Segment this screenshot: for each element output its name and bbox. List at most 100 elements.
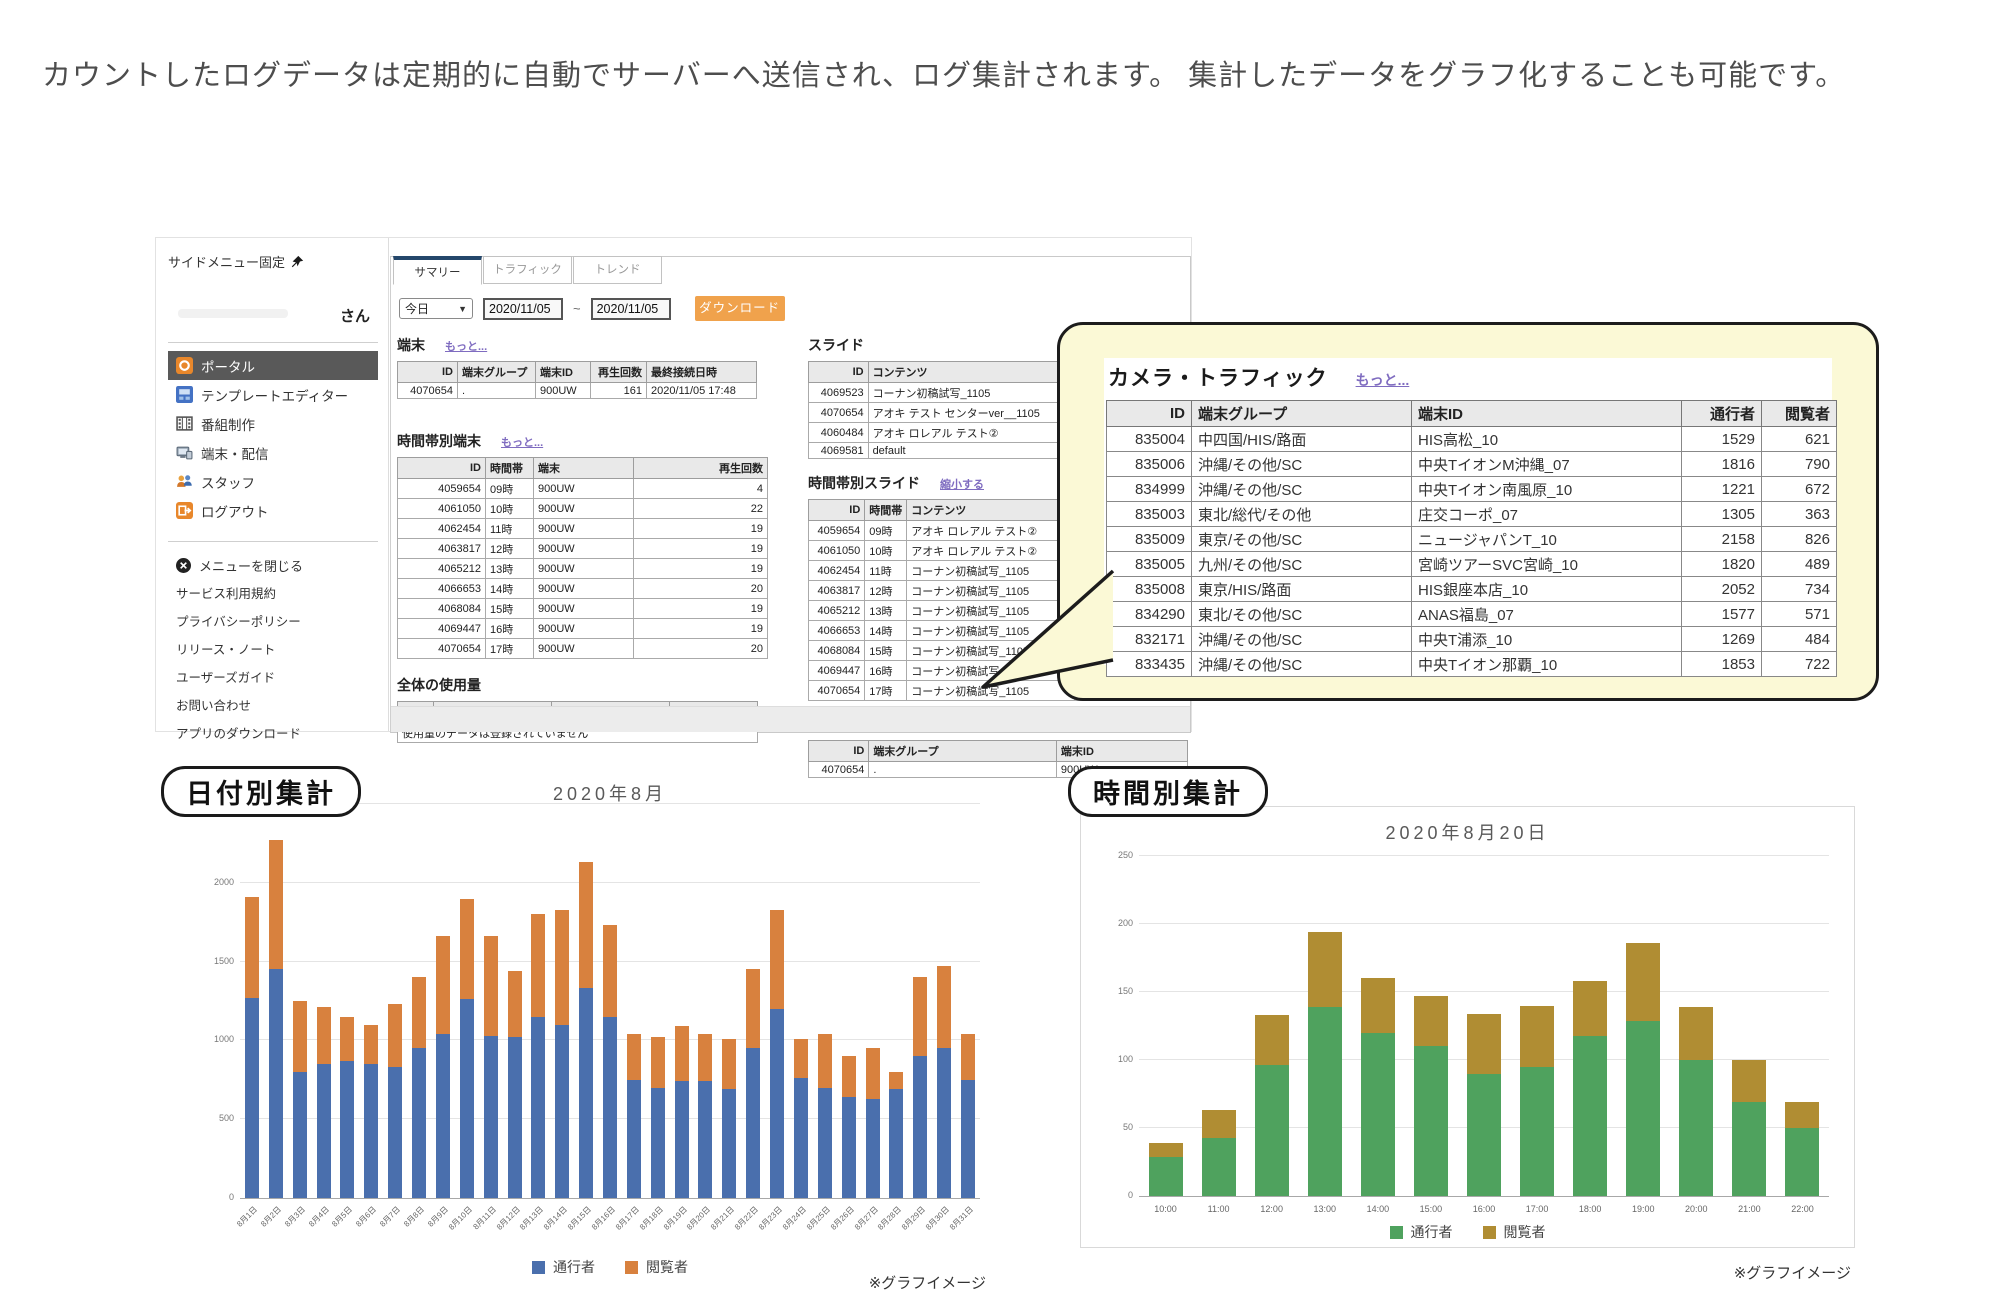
bar-segment-通行者 [698, 1081, 712, 1198]
bar-segment-閲覧者 [317, 1007, 331, 1064]
cell: 4062454 [398, 519, 486, 539]
section-title-slide: スライド [808, 335, 864, 355]
intro-text: カウントしたログデータは定期的に自動でサーバーへ送信され、ログ集計されます。 集… [42, 52, 1845, 94]
bar-segment-通行者 [508, 1037, 522, 1198]
sidebar-link-3[interactable]: ユーザーズガイド [168, 664, 378, 692]
cell: 東京/その他/SC [1192, 527, 1412, 552]
x-tick-label: 19:00 [1632, 1204, 1655, 1214]
bar-segment-閲覧者 [698, 1034, 712, 1081]
bar-segment-通行者 [722, 1089, 736, 1198]
legend-label: 閲覧者 [1504, 1222, 1546, 1242]
tab-0[interactable]: サマリー [393, 256, 482, 285]
cell: 中央Tイオン南風原_10 [1412, 477, 1682, 502]
cell: 12時 [486, 539, 534, 559]
hourly-chart-badge: 時間別集計 [1068, 766, 1268, 817]
shrink-link-hourly-slide[interactable]: 縮小する [940, 476, 984, 492]
cell: 4068084 [398, 599, 486, 619]
sidebar-links: サービス利用規約プライバシーポリシーリリース・ノートユーザーズガイドお問い合わせ… [168, 580, 378, 748]
bar-segment-通行者 [1467, 1074, 1501, 1196]
cell: 832171 [1107, 627, 1192, 652]
y-tick-label: 150 [1118, 986, 1133, 996]
sidebar-item-5[interactable]: ログアウト [168, 496, 378, 525]
cell: 835006 [1107, 452, 1192, 477]
bar-segment-通行者 [818, 1088, 832, 1198]
cell: 19 [634, 539, 768, 559]
cell: 10時 [486, 499, 534, 519]
bar-segment-閲覧者 [555, 910, 569, 1025]
hourly-chart-legend: 通行者閲覧者 [1081, 1222, 1854, 1242]
tab-1[interactable]: トラフィック [483, 256, 572, 284]
legend-item-閲覧者: 閲覧者 [1483, 1222, 1546, 1242]
cell: 沖縄/その他/SC [1192, 627, 1412, 652]
bar-segment-閲覧者 [1202, 1110, 1236, 1137]
section-title-hourly-slide: 時間帯別スライド [808, 473, 920, 493]
x-tick-label: 14:00 [1367, 1204, 1390, 1214]
sidebar-item-close-menu[interactable]: メニューを閉じる [168, 550, 378, 580]
sidebar-item-0[interactable]: ポータル [168, 351, 378, 380]
callout-tail [975, 563, 1115, 703]
sidebar-link-1[interactable]: プライバシーポリシー [168, 608, 378, 636]
terminal-table: ID端末グループ端末ID再生回数最終接続日時4070654.900UW16120… [397, 361, 772, 399]
column-header: 閲覧者 [1762, 401, 1837, 427]
sidebar-link-0[interactable]: サービス利用規約 [168, 580, 378, 608]
cell: 734 [1762, 577, 1837, 602]
bar-segment-閲覧者 [245, 897, 259, 998]
column-header: 再生回数 [634, 458, 768, 479]
sidebar-link-4[interactable]: お問い合わせ [168, 692, 378, 720]
column-header: 最終接続日時 [647, 362, 757, 383]
legend-swatch [1483, 1226, 1496, 1239]
sidebar-item-3[interactable]: 端末・配信 [168, 438, 378, 467]
sidebar-item-label: ログアウト [201, 501, 269, 521]
bar-segment-通行者 [1732, 1102, 1766, 1196]
bar-segment-閲覧者 [293, 1001, 307, 1072]
bar-segment-閲覧者 [722, 1039, 736, 1089]
sidebar-pin-row[interactable]: サイドメニュー固定 [168, 252, 378, 271]
column-header: 時間帯 [865, 500, 907, 521]
sidebar-link-5[interactable]: アプリのダウンロード [168, 720, 378, 748]
cell: 沖縄/その他/SC [1192, 452, 1412, 477]
sidebar: サイドメニュー固定 さん ポータルテンプレートエディター番組制作端末・配信スタッ… [156, 238, 389, 731]
bar-segment-閲覧者 [913, 977, 927, 1056]
y-tick-label: 1500 [214, 956, 234, 966]
bar-segment-閲覧者 [484, 936, 498, 1035]
bar-segment-閲覧者 [770, 910, 784, 1009]
cell: 900UW [534, 579, 634, 599]
table-row: 406245411時900UW19 [398, 519, 768, 539]
more-link-terminal[interactable]: もっと... [445, 338, 487, 354]
bar-segment-閲覧者 [651, 1037, 665, 1087]
sidebar-divider [168, 541, 378, 542]
cell: 900UW [534, 519, 634, 539]
bar-segment-通行者 [1149, 1157, 1183, 1196]
table-row: 406944716時900UW19 [398, 619, 768, 639]
x-tick-label: 22:00 [1791, 1204, 1814, 1214]
x-tick-label: 11:00 [1208, 1204, 1230, 1214]
hourly-chart-box: 2020年8月20日 05010015020025010:0011:0012:0… [1080, 806, 1855, 1248]
bar-segment-通行者 [1573, 1036, 1607, 1196]
section-title-usage: 全体の使用量 [397, 675, 481, 695]
sidebar-item-2[interactable]: 番組制作 [168, 409, 378, 438]
bar-segment-通行者 [388, 1067, 402, 1198]
bar-segment-通行者 [317, 1064, 331, 1198]
sidebar-item-1[interactable]: テンプレートエディター [168, 380, 378, 409]
bar-segment-通行者 [842, 1097, 856, 1198]
tab-2[interactable]: トレンド [573, 256, 662, 284]
more-link-hourly-terminal[interactable]: もっと... [501, 434, 543, 450]
callout-more-link[interactable]: もっと... [1356, 370, 1410, 390]
date-to-input[interactable]: 2020/11/05 [591, 298, 671, 320]
period-select[interactable]: 今日 ▼ [399, 298, 473, 319]
cell: 2020/11/05 17:48 [647, 383, 757, 399]
period-select-value: 今日 [405, 300, 429, 317]
bar-segment-閲覧者 [1679, 1007, 1713, 1060]
column-header: 端末グループ [1192, 401, 1412, 427]
bar-segment-通行者 [412, 1048, 426, 1198]
sidebar-item-4[interactable]: スタッフ [168, 467, 378, 496]
callout-table: ID端末グループ端末ID通行者閲覧者835004中四国/HIS/路面HIS高松_… [1106, 400, 1830, 677]
header-row: ID端末グループ端末ID [809, 741, 1188, 762]
download-button[interactable]: ダウンロード [695, 296, 785, 321]
date-from-input[interactable]: 2020/11/05 [483, 298, 563, 320]
bar-segment-通行者 [1785, 1128, 1819, 1196]
sidebar-link-2[interactable]: リリース・ノート [168, 636, 378, 664]
header-row: ID時間帯端末再生回数 [398, 458, 768, 479]
column-header: ID [398, 362, 458, 383]
y-tick-label: 200 [1118, 918, 1133, 928]
